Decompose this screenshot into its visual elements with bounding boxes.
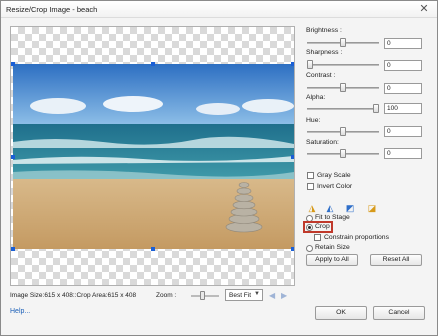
crop-handle-top[interactable] [151,62,155,66]
reset-all-button[interactable]: Reset All [370,254,422,266]
rotate-left-icon[interactable]: ◩ [345,203,355,213]
saturation-field[interactable]: 0 [384,148,422,159]
crop-handle-bottom-left[interactable] [11,247,15,251]
saturation-slider-thumb[interactable] [340,149,346,158]
image-size-status: Image Size:615 x 408::Crop Area:615 x 40… [10,292,137,299]
alpha-label: Alpha: [306,94,326,101]
image-preview-canvas[interactable] [10,26,295,286]
invert-color-label: Invert Color [317,183,353,190]
crop-handle-bottom-right[interactable] [291,247,294,251]
alpha-slider[interactable] [307,108,379,110]
gray-scale-checkbox[interactable] [307,172,314,179]
constrain-proportions-label: Constrain proportions [324,234,389,241]
retain-size-label: Retain Size [315,244,350,251]
gray-scale-label: Gray Scale [317,172,351,179]
hue-field[interactable]: 0 [384,126,422,137]
brightness-slider-thumb[interactable] [340,38,346,47]
flip-horizontal-icon[interactable]: ◮ [307,203,317,213]
crop-handle-top-left[interactable] [11,62,15,66]
apply-to-all-button[interactable]: Apply to All [306,254,358,266]
crop-radio[interactable] [306,224,313,231]
ok-button[interactable]: OK [315,306,367,320]
alpha-slider-thumb[interactable] [373,104,379,113]
help-link[interactable]: Help... [10,308,30,315]
crop-handle-bottom[interactable] [151,247,155,251]
fit-to-stage-label: Fit to Stage [315,214,350,221]
crop-label: Crop [315,223,330,230]
next-arrow-icon[interactable]: ▶ [281,291,287,300]
zoom-label: Zoom : [156,292,177,299]
alpha-field[interactable]: 100 [384,103,422,114]
sharpness-slider-thumb[interactable] [307,60,313,69]
rotate-right-icon[interactable]: ◪ [367,203,377,213]
sharpness-slider[interactable] [307,64,379,66]
chevron-down-icon: ▼ [254,291,260,297]
beach-photo [13,64,294,249]
cancel-button[interactable]: Cancel [373,306,425,320]
close-icon[interactable]: ✕ [417,3,431,15]
saturation-label: Saturation: [306,139,339,146]
sharpness-field[interactable]: 0 [384,60,422,71]
retain-size-radio[interactable] [306,245,313,252]
zoom-select-value: Best Fit [229,292,252,299]
invert-color-checkbox[interactable] [307,183,314,190]
contrast-label: Contrast : [306,72,336,79]
zoom-slider-thumb[interactable] [200,291,205,300]
crop-handle-right[interactable] [291,155,294,159]
hue-label: Hue: [306,117,321,124]
previous-arrow-icon[interactable]: ◀ [269,291,275,300]
zoom-slider-track[interactable] [191,295,219,297]
window-title: Resize/Crop Image - beach [6,5,98,14]
zoom-select[interactable]: Best Fit ▼ [225,289,263,301]
brightness-label: Brightness : [306,27,342,34]
resize-crop-dialog: Resize/Crop Image - beach ✕ Image Size:6… [0,0,438,336]
crop-handle-top-right[interactable] [291,62,294,66]
contrast-field[interactable]: 0 [384,83,422,94]
sharpness-label: Sharpness : [306,49,343,56]
brightness-field[interactable]: 0 [384,38,422,49]
crop-handle-left[interactable] [11,155,15,159]
contrast-slider-thumb[interactable] [340,83,346,92]
constrain-proportions-checkbox[interactable] [314,234,321,241]
hue-slider-thumb[interactable] [340,127,346,136]
flip-vertical-icon[interactable]: ◭ [325,203,335,213]
title-bar: Resize/Crop Image - beach ✕ [1,1,437,18]
